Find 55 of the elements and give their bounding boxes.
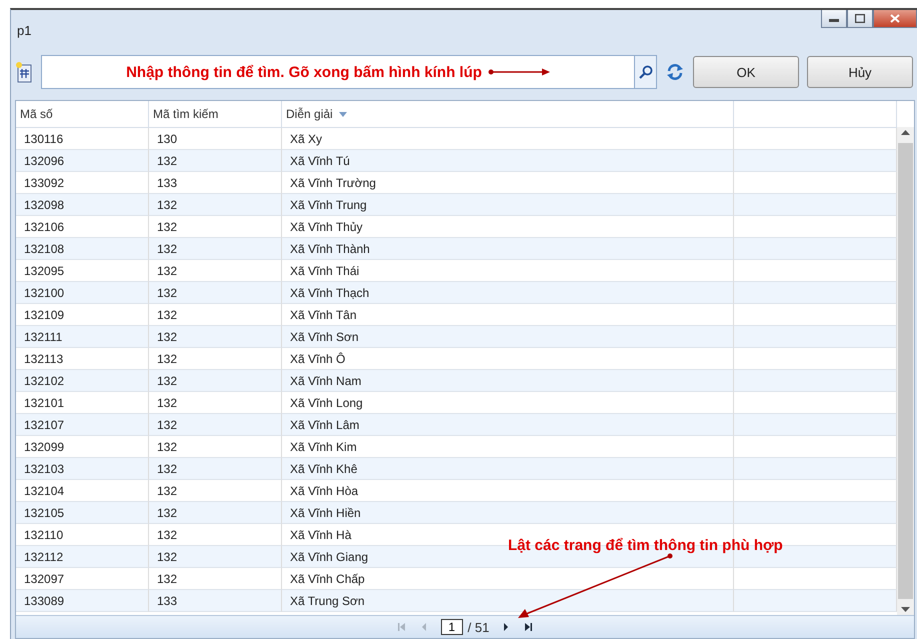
refresh-icon[interactable]	[665, 63, 685, 81]
maximize-button[interactable]	[847, 10, 873, 28]
annotation-arrow	[488, 68, 550, 76]
table-cell: 132112	[16, 546, 149, 568]
column-header[interactable]: Diễn giải	[282, 101, 734, 127]
table-cell: 132111	[16, 326, 149, 348]
table-cell: Xã Trung Sơn	[282, 590, 734, 612]
table-cell: Xã Vĩnh Trung	[282, 194, 734, 216]
table-cell: 132098	[16, 194, 149, 216]
page-total: / 51	[468, 620, 490, 634]
table-cell: 132	[149, 458, 282, 480]
table-cell: Xã Vĩnh Lâm	[282, 414, 734, 436]
maximize-icon	[855, 14, 865, 23]
table-cell: 132	[149, 282, 282, 304]
table-cell: 132108	[16, 238, 149, 260]
table-cell: Xã Vĩnh Tú	[282, 150, 734, 172]
table-cell: 132	[149, 194, 282, 216]
scrollbar[interactable]	[897, 127, 914, 615]
column-header[interactable]: Mã số	[16, 101, 149, 127]
annotation-text: Nhập thông tin để tìm. Gõ xong bấm hình kính lúp	[126, 64, 482, 80]
last-page-button[interactable]	[523, 622, 534, 632]
table-cell: 132	[149, 414, 282, 436]
table-cell: 132105	[16, 502, 149, 524]
dialog-button[interactable]: Hủy	[807, 56, 913, 88]
table-cell: 132	[149, 546, 282, 568]
table-cell: Xã Vĩnh Hiền	[282, 502, 734, 524]
table-cell: 132	[149, 502, 282, 524]
page-number-field[interactable]: 1	[440, 619, 463, 635]
search-field[interactable]: Nhập thông tin để tìm. Gõ xong bấm hình kính lúp	[41, 55, 657, 89]
minimize-button[interactable]	[821, 10, 847, 28]
table-cell: 132100	[16, 282, 149, 304]
column-header[interactable]: Mã tìm kiếm	[149, 101, 282, 127]
table-cell: 133089	[16, 590, 149, 612]
annotation-text: Lật các trang để tìm thông tin phù hợp	[508, 537, 783, 554]
window-title: p1	[17, 22, 32, 38]
table-cell: 132	[149, 370, 282, 392]
close-icon	[890, 14, 900, 23]
table-cell: 132102	[16, 370, 149, 392]
search-icon	[638, 65, 652, 79]
table-cell: 132107	[16, 414, 149, 436]
new-document-icon[interactable]	[15, 61, 33, 83]
table-cell: 133	[149, 590, 282, 612]
table-cell: 132	[149, 326, 282, 348]
table-cell: Xã Vĩnh Thạch	[282, 282, 734, 304]
search-button[interactable]	[634, 56, 656, 88]
close-button[interactable]	[873, 10, 917, 28]
table-cell: Xã Vĩnh Khê	[282, 458, 734, 480]
table-cell: Xã Vĩnh Thành	[282, 238, 734, 260]
table-cell: 132096	[16, 150, 149, 172]
table-cell: Xã Vĩnh Sơn	[282, 326, 734, 348]
table-cell: 132	[149, 150, 282, 172]
dialog-button[interactable]: OK	[693, 56, 799, 88]
table-cell: 132	[149, 238, 282, 260]
table-cell: 132103	[16, 458, 149, 480]
table-cell: Xã Vĩnh Nam	[282, 370, 734, 392]
